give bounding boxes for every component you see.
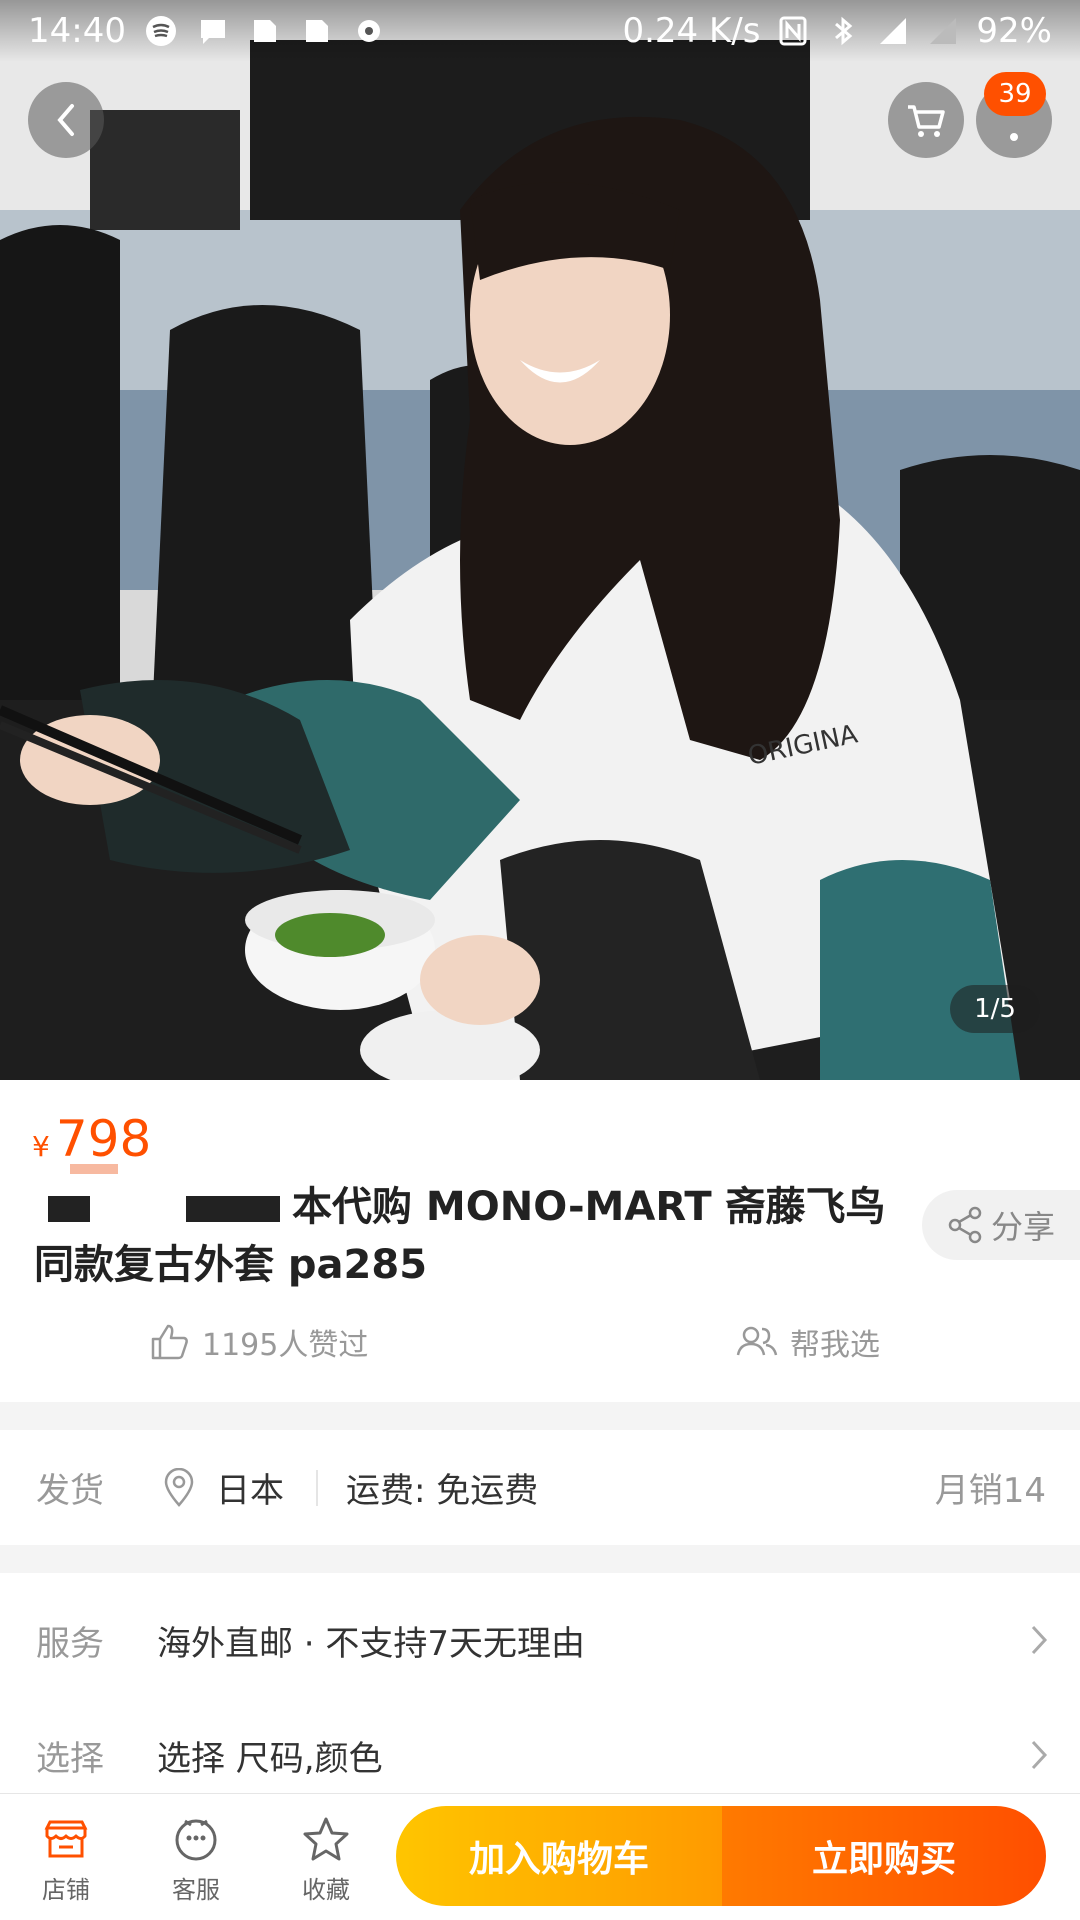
shipping-fee: 运费: 免运费 — [346, 1471, 539, 1511]
currency-symbol: ¥ — [32, 1130, 50, 1163]
users-icon — [736, 1326, 778, 1356]
tab-customer-service[interactable]: 客服 — [146, 1814, 246, 1905]
purchase-buttons: 加入购物车 立即购买 — [396, 1806, 1046, 1906]
shipping-label: 发货 — [36, 1471, 104, 1511]
select-label: 选择 — [36, 1738, 104, 1779]
divider — [316, 1469, 318, 1506]
shipping-origin: 日本 — [216, 1471, 284, 1511]
help-choose-label: 帮我选 — [790, 1328, 880, 1363]
star-icon — [303, 1817, 349, 1861]
nfc-icon — [779, 16, 807, 46]
battery-level: 92% — [976, 11, 1052, 51]
share-icon — [948, 1206, 982, 1244]
dot-icon — [1010, 133, 1018, 141]
price-underline — [70, 1164, 118, 1174]
signal-icon — [930, 18, 957, 44]
price: ¥ 798 — [32, 1110, 151, 1168]
add-to-cart-button[interactable]: 加入购物车 — [396, 1806, 722, 1906]
message-icon — [200, 20, 225, 44]
thumbs-up-icon — [151, 1324, 188, 1360]
shop-label: 店铺 — [42, 1876, 90, 1904]
price-value: 798 — [55, 1110, 152, 1168]
spotify-icon — [145, 16, 176, 46]
section-divider — [0, 1402, 1080, 1430]
location-pin-icon — [164, 1467, 194, 1507]
image-pager: 1/5 — [950, 985, 1040, 1033]
select-value: 选择 尺码,颜色 — [157, 1738, 383, 1779]
product-photo: ORIGINA — [0, 0, 1080, 1080]
help-choose-button[interactable]: 帮我选 — [736, 1320, 880, 1364]
back-button[interactable] — [28, 82, 104, 158]
favorite-label: 收藏 — [302, 1876, 350, 1904]
redaction-mark — [48, 1196, 90, 1222]
title-line-2: 同款复古外套 pa285 — [34, 1242, 428, 1288]
buy-now-button[interactable]: 立即购买 — [722, 1806, 1046, 1906]
file-icon — [253, 20, 276, 42]
cart-button[interactable] — [888, 82, 964, 158]
service-row[interactable]: 服务 海外直邮 · 不支持7天无理由 — [0, 1580, 1080, 1700]
net-speed: 0.24 K/s — [622, 11, 761, 51]
redaction-mark — [186, 1196, 280, 1222]
title-text: 本代购 MONO-MART 斋藤飞鸟 — [292, 1184, 886, 1230]
chevron-right-icon — [1031, 1625, 1048, 1655]
tab-shop[interactable]: 店铺 — [16, 1814, 116, 1905]
status-bar: 14:40 0.24 K/s 92% — [0, 0, 1080, 62]
share-label: 分享 — [990, 1208, 1055, 1246]
shipping-row: 发货 日本 运费: 免运费 月销14 — [0, 1430, 1080, 1545]
chevron-right-icon — [1031, 1740, 1048, 1770]
cart-count-badge: 39 — [984, 72, 1046, 116]
status-time: 14:40 — [28, 11, 126, 51]
section-divider — [0, 1545, 1080, 1573]
chevron-left-icon — [57, 104, 74, 136]
likes-count: 1195人赞过 — [202, 1328, 369, 1363]
service-tab-label: 客服 — [172, 1876, 220, 1904]
bluetooth-icon — [835, 16, 853, 46]
shop-icon — [44, 1820, 88, 1858]
likes-button[interactable]: 1195人赞过 — [150, 1320, 368, 1364]
service-value: 海外直邮 · 不支持7天无理由 — [157, 1623, 586, 1664]
signal-4g-icon — [880, 18, 907, 44]
chat-face-icon — [175, 1819, 217, 1861]
monthly-sales: 月销14 — [934, 1471, 1046, 1511]
file-icon — [305, 20, 328, 42]
service-label: 服务 — [36, 1623, 104, 1664]
more-button[interactable]: 39 — [976, 72, 1052, 158]
cart-icon — [908, 105, 945, 137]
share-button[interactable]: 分享 — [922, 1190, 1080, 1260]
product-title: 本代购 MONO-MART 斋藤飞鸟 同款复古外套 pa285 — [34, 1178, 914, 1294]
tab-favorite[interactable]: 收藏 — [276, 1814, 376, 1905]
product-image[interactable]: ORIGINA — [0, 0, 1080, 1080]
gear-icon — [357, 20, 380, 42]
